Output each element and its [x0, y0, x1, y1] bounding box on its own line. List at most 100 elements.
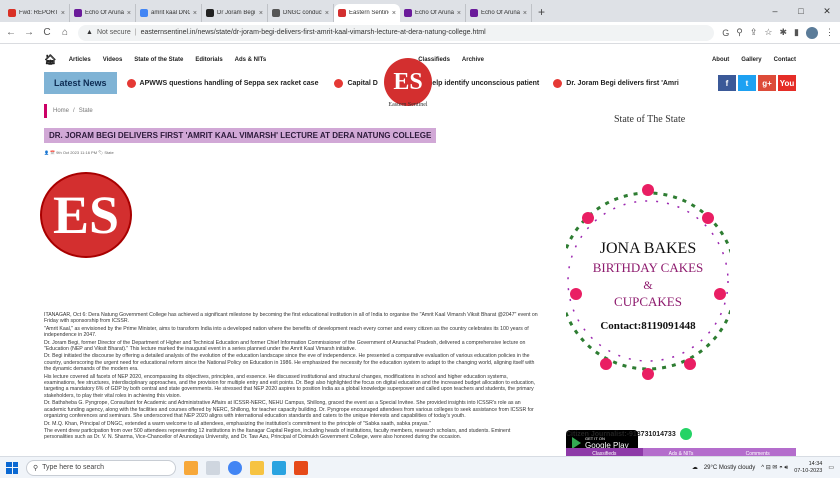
windows-start-icon[interactable] [6, 461, 18, 474]
whatsapp-icon[interactable] [679, 428, 692, 440]
browser-tab[interactable]: Echo Of Arunach× [466, 4, 532, 22]
breadcrumb-home[interactable]: Home [53, 108, 69, 114]
ticker-item[interactable]: APWWS questions handling of Seppa sex ra… [126, 78, 318, 88]
google-plus-icon[interactable]: g+ [758, 75, 776, 91]
youtube-icon[interactable]: You [778, 75, 796, 91]
article-paragraph: Dr. Bathsheba G. Pyngrope, Consultant fo… [44, 400, 534, 420]
breadcrumb-section[interactable]: State [79, 108, 93, 114]
new-tab-button[interactable]: + [532, 4, 551, 22]
article-paragraph: Dr. Joram Begi, former Director of the D… [44, 339, 526, 353]
tab-label: DNGC conduct [283, 10, 322, 16]
tab-label: Eastern Sentinel [349, 10, 389, 16]
task-view-icon[interactable] [206, 460, 220, 475]
tab-favicon-icon [8, 9, 16, 17]
citizen-journalist: Citizen Journalist:-918731014733 [566, 428, 692, 440]
ticker-item[interactable]: Capital D [334, 78, 378, 88]
paint-icon[interactable] [294, 460, 308, 475]
browser-tab[interactable]: Echo Of Arunach× [70, 4, 136, 22]
breadcrumb-sep: / [73, 108, 75, 114]
nav-articles[interactable]: Articles [69, 57, 91, 63]
nav-contact[interactable]: Contact [774, 57, 796, 63]
browser-tab[interactable]: Dr Joram Begi d× [202, 4, 268, 22]
zoom-icon[interactable]: ⚲ [736, 27, 743, 38]
news-dot-icon [553, 78, 563, 88]
browser-tab[interactable]: amrit kaal DNGC× [136, 4, 202, 22]
taskbar-search[interactable]: ⚲ Type here to search [26, 459, 176, 476]
reload-icon[interactable]: C [42, 27, 52, 38]
clock-date: 07-10-2023 [794, 467, 823, 474]
bookmark-star-icon[interactable]: ☆ [764, 27, 772, 38]
extensions-icon[interactable]: ✱ [780, 27, 788, 38]
browser-tab[interactable]: Eastern Sentinel × [334, 4, 400, 22]
minimize-button[interactable]: – [762, 6, 788, 16]
address-bar[interactable]: ▲ Not secure | easternsentinel.in/news/s… [78, 24, 715, 41]
home-icon[interactable]: ⌂ [60, 27, 70, 38]
article-paragraph: "Amrit Kaal," as envisioned by the Prime… [44, 325, 529, 339]
tab-close-icon[interactable]: × [325, 10, 329, 17]
menu-dots-icon[interactable]: ⋮ [825, 27, 834, 38]
close-window-button[interactable]: ✕ [814, 6, 840, 17]
maximize-button[interactable]: □ [788, 6, 814, 16]
home-icon[interactable]: 🏠︎ [44, 55, 57, 66]
web-page: 🏠︎ Articles Videos State of the State Ed… [0, 44, 840, 456]
tab-close-icon[interactable]: × [127, 10, 131, 17]
google-icon[interactable]: G [722, 28, 729, 38]
weather-text[interactable]: 29°C Mostly cloudy [704, 465, 755, 471]
article-meta: 👤 📅 9th Oct 2023 11:16 PM 🏷 State [44, 150, 114, 155]
tab-close-icon[interactable]: × [457, 10, 461, 17]
tab-close-icon[interactable]: × [523, 10, 527, 17]
ticker-item[interactable]: o help identify unconscious patient [422, 80, 539, 87]
chrome-icon[interactable] [228, 460, 242, 475]
nav-videos[interactable]: Videos [103, 57, 123, 63]
sidebar-title: State of The State [614, 114, 686, 125]
forward-arrow-icon[interactable]: → [24, 27, 34, 38]
article-paragraph: Dr. M.Q. Khan, Principal of DNGC, extend… [44, 420, 431, 427]
profile-avatar[interactable] [806, 26, 818, 39]
nav-gallery[interactable]: Gallery [741, 57, 761, 63]
tab-label: Echo Of Arunach [415, 10, 454, 16]
windows-taskbar: ⚲ Type here to search ☁ 29°C Mostly clou… [0, 456, 840, 478]
tray-icons[interactable]: ^ ⊟ ✉ ◓ 🔊︎ [761, 464, 788, 472]
browser-tab[interactable]: Fwd: REPORT O× [4, 4, 70, 22]
facebook-icon[interactable]: f [718, 75, 736, 91]
article-body: ITANAGAR, Oct 6: Dera Natung Government … [44, 312, 539, 442]
site-logo-name: Eastern Sentinel [388, 102, 428, 108]
browser-tab-strip: Fwd: REPORT O×Echo Of Arunach×amrit kaal… [0, 0, 840, 22]
store-icon[interactable] [272, 460, 286, 475]
tab-favicon-icon [206, 9, 214, 17]
notification-icon[interactable]: ▭ [828, 464, 834, 471]
nav-classifieds[interactable]: Classifieds [418, 57, 450, 63]
nav-about[interactable]: About [712, 57, 729, 63]
jona-bakes-ad[interactable]: JONA BAKES BIRTHDAY CAKES & CUPCAKES Con… [566, 174, 730, 388]
nav-archive[interactable]: Archive [462, 57, 484, 63]
widgets-icon[interactable] [184, 460, 198, 475]
tab-favicon-icon [470, 9, 478, 17]
twitter-icon[interactable]: t [738, 75, 756, 91]
nav-right: About Gallery Contact [712, 57, 796, 63]
news-dot-icon [334, 78, 344, 88]
ad-line-4: CUPCAKES [614, 294, 682, 309]
nav-state-of-the-state[interactable]: State of the State [134, 57, 183, 63]
tab-close-icon[interactable]: × [259, 10, 263, 17]
share-icon[interactable]: ⇪ [750, 27, 758, 38]
tab-close-icon[interactable]: × [61, 10, 65, 17]
ad-line-5: Contact:8119091448 [600, 320, 696, 332]
tab-close-icon[interactable]: × [193, 10, 197, 17]
nav-ads-nits[interactable]: Ads & NITs [235, 57, 267, 63]
browser-tab[interactable]: DNGC conduct × [268, 4, 334, 22]
sidepanel-icon[interactable]: ▮ [794, 27, 799, 38]
clock-time: 14:34 [808, 460, 823, 467]
file-explorer-icon[interactable] [250, 460, 264, 475]
tab-favicon-icon [74, 9, 82, 17]
tab-close-icon[interactable]: × [392, 10, 396, 17]
security-label: Not secure [96, 29, 131, 36]
clock[interactable]: 14:34 07-10-2023 [794, 461, 822, 475]
nav-editorials[interactable]: Editorials [195, 57, 222, 63]
toolbar-icons: G ⚲ ⇪ ☆ ✱ ▮ ⋮ [722, 26, 834, 39]
browser-tab[interactable]: Echo Of Arunach× [400, 4, 466, 22]
breadcrumb: Home / State [44, 104, 93, 118]
site-logo[interactable]: ES [384, 58, 432, 106]
back-arrow-icon[interactable]: ← [6, 27, 16, 38]
ticker-item[interactable]: Dr. Joram Begi delivers first 'Amri [553, 78, 679, 88]
tab-label: Echo Of Arunach [85, 10, 124, 16]
